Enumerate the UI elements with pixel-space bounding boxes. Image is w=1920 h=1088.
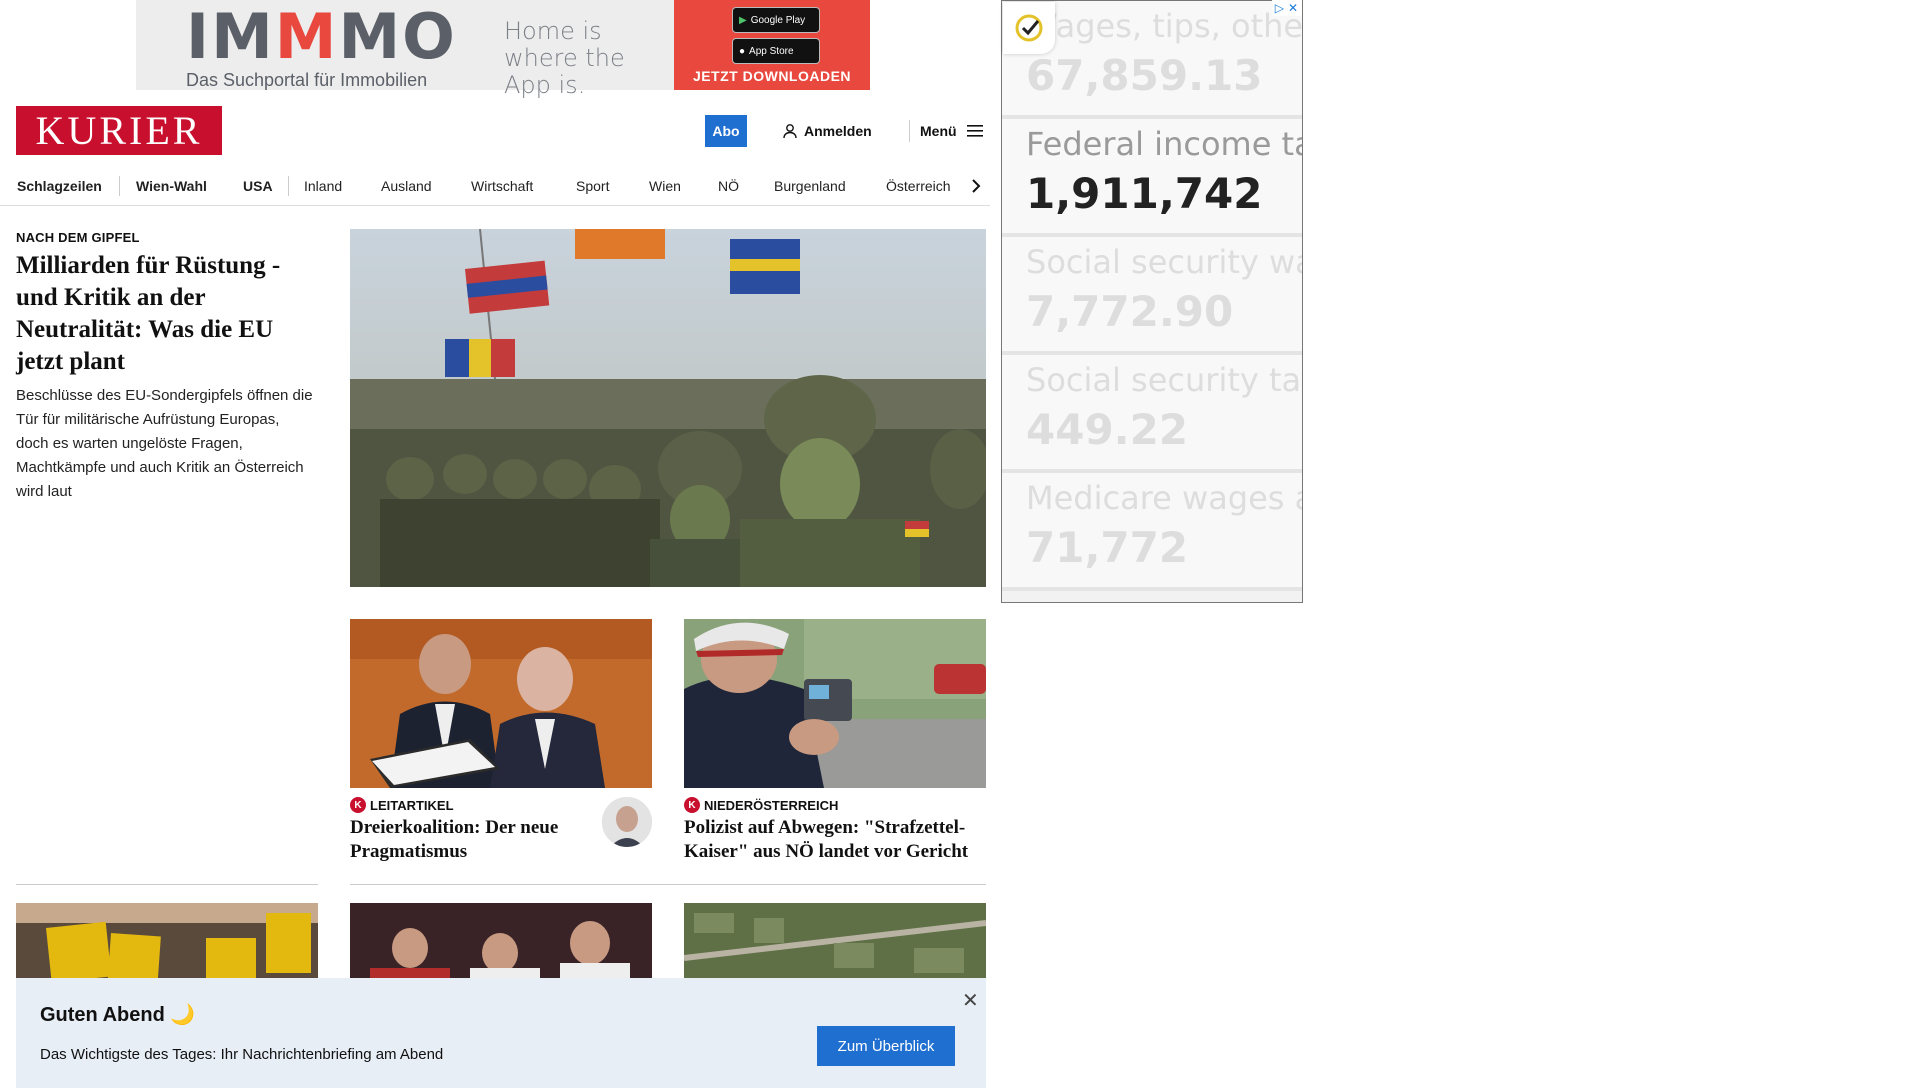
chevron-right-icon[interactable]: [970, 178, 982, 194]
nav-item-inland[interactable]: Inland: [304, 178, 342, 194]
card-image-aerial-map[interactable]: [684, 903, 986, 983]
kurier-k-icon: K: [684, 797, 700, 813]
author-avatar: [602, 797, 652, 847]
ad-choices[interactable]: ▷ ✕: [1272, 0, 1302, 16]
banner-logo-subtitle: Das Suchportal für Immobilien: [186, 70, 428, 90]
lead-kicker: NACH DEM GIPFEL: [16, 230, 140, 245]
banner-tagline: Home is where the App is.: [504, 17, 625, 99]
banner-cta-text[interactable]: JETZT DOWNLOADEN: [674, 68, 870, 84]
card-kicker: K LEITARTIKEL: [350, 797, 454, 813]
lead-teaser[interactable]: Beschlüsse des EU-Sondergipfels öffnen d…: [16, 384, 316, 504]
hamburger-icon: [966, 125, 983, 137]
card-headline[interactable]: Dreierkoalition: Der neue Pragmatismus: [350, 816, 580, 864]
app-store-button[interactable]: ● App Store: [732, 38, 820, 64]
nav-item-usa[interactable]: USA: [243, 178, 273, 194]
nav-item-burgenland[interactable]: Burgenland: [774, 178, 846, 194]
user-icon: [783, 124, 797, 139]
google-play-button[interactable]: ▶ Google Play: [732, 7, 820, 33]
side-ad[interactable]: Wages, tips, other 67,859.13 Federal inc…: [1001, 0, 1303, 603]
ad-choices-icon[interactable]: ▷: [1275, 1, 1284, 15]
row-divider: [350, 884, 986, 885]
banner-brand: IMMMO Das Suchportal für Immobilien: [136, 0, 494, 91]
checkmark-badge-icon: [1003, 2, 1055, 54]
nav-item-ausland[interactable]: Ausland: [381, 178, 432, 194]
menu-label: Menü: [920, 123, 957, 139]
card-kicker: K NIEDERÖSTERREICH: [684, 797, 838, 813]
nav-item-wirtschaft[interactable]: Wirtschaft: [471, 178, 533, 194]
apple-icon: ●: [739, 45, 746, 57]
nav-divider: [119, 176, 120, 196]
header-divider: [909, 120, 910, 142]
notification-title: Guten Abend 🌙: [40, 1004, 196, 1026]
banner-logo: IMMMO: [186, 0, 457, 73]
ad-row-highlight: Federal income ta 1,911,742: [1002, 119, 1302, 237]
banner-cta-area[interactable]: ▶ Google Play ● App Store JETZT DOWNLOAD…: [674, 0, 870, 90]
overview-button[interactable]: Zum Überblick: [817, 1026, 955, 1066]
kurier-k-icon: K: [350, 797, 366, 813]
lead-image-soldiers[interactable]: [350, 229, 986, 587]
ad-row: Medicare wages a 71,772: [1002, 473, 1302, 591]
card-kicker-label: NIEDERÖSTERREICH: [704, 797, 839, 813]
abo-button[interactable]: Abo: [705, 115, 747, 147]
briefing-notification: Guten Abend 🌙 Das Wichtigste des Tages: …: [16, 978, 986, 1088]
nav-item-wien-wahl[interactable]: Wien-Wahl: [136, 178, 207, 194]
ad-close-icon[interactable]: ✕: [1288, 1, 1298, 15]
kurier-logo[interactable]: KURIER: [16, 106, 222, 155]
ad-row: Social security tax 449.22: [1002, 355, 1302, 473]
card-image-football[interactable]: [350, 903, 652, 983]
lead-headline[interactable]: Milliarden für Rüstung - und Kritik an d…: [16, 250, 316, 378]
card-image-police-radar[interactable]: [684, 619, 986, 788]
close-icon[interactable]: ✕: [962, 988, 979, 1013]
row-divider: [16, 884, 318, 885]
nav-divider: [288, 176, 289, 196]
nav-item-sport[interactable]: Sport: [576, 178, 609, 194]
login-label: Anmelden: [804, 123, 872, 139]
section-nav: Schlagzeilen Wien-Wahl USA Inland Auslan…: [0, 166, 990, 206]
card-image-politicians[interactable]: [350, 619, 652, 788]
card-kicker-label: LEITARTIKEL: [370, 797, 454, 813]
menu-button[interactable]: Menü: [920, 120, 983, 142]
nav-item-oesterreich[interactable]: Österreich: [886, 178, 951, 194]
card-image-protest[interactable]: [16, 903, 318, 983]
nav-item-noe[interactable]: NÖ: [718, 178, 739, 194]
card-headline[interactable]: Polizist auf Abwegen: "Strafzettel-Kaise…: [684, 816, 986, 864]
nav-item-schlagzeilen[interactable]: Schlagzeilen: [17, 178, 102, 194]
top-banner-ad[interactable]: IMMMO Das Suchportal für Immobilien Home…: [136, 0, 870, 99]
play-icon: ▶: [739, 14, 747, 26]
ad-row: Social security wa 7,772.90: [1002, 237, 1302, 355]
nav-item-wien[interactable]: Wien: [649, 178, 681, 194]
login-button[interactable]: Anmelden: [782, 120, 872, 142]
notification-text: Das Wichtigste des Tages: Ihr Nachrichte…: [40, 1046, 444, 1063]
